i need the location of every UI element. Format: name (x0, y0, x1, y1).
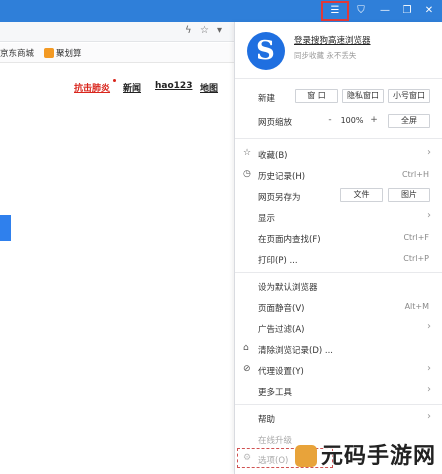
bookmark-jd[interactable]: 京东商城 (0, 47, 34, 59)
chevron-right-icon: › (427, 384, 431, 395)
nav-link-news[interactable]: 新闻 (123, 81, 141, 94)
title-bar: ☰ ⛉ — ❐ ✕ (0, 0, 442, 22)
menu-item-label: 历史记录(H) (258, 172, 306, 182)
menu-item-find[interactable]: 在页面内查找(F) Ctrl+F (235, 228, 442, 248)
save-as-image-button[interactable]: 图片 (388, 188, 430, 202)
bookmarks-bar: 京东商城 聚划算 (0, 43, 234, 63)
menu-item-label: 设为默认浏览器 (258, 283, 318, 293)
menu-item-label: 显示 (258, 214, 276, 224)
menu-item-label: 选项(O) (258, 456, 289, 466)
gear-icon: ⚙ (243, 453, 252, 463)
nav-link-covid[interactable]: 抗击肺炎 (74, 81, 110, 94)
bookmark-label: 聚划算 (56, 49, 82, 59)
shortcut-text: Ctrl+P (403, 254, 429, 263)
watermark-logo-icon (294, 445, 317, 467)
new-window-button[interactable]: 窗 口 (295, 89, 338, 103)
menu-item-label: 网页另存为 (258, 193, 301, 203)
chevron-right-icon: › (427, 210, 431, 221)
new-label: 新建 (258, 94, 276, 104)
star-icon: ☆ (243, 148, 252, 158)
main-menu-button[interactable]: ☰ (321, 1, 349, 21)
divider (235, 404, 442, 405)
menu-item-history[interactable]: ◷ 历史记录(H) Ctrl+H (235, 165, 442, 185)
close-button[interactable]: ✕ (418, 3, 440, 19)
skin-button[interactable]: ⛉ (350, 3, 372, 19)
menu-item-label: 帮助 (258, 415, 276, 425)
zoom-out-button[interactable]: - (322, 114, 338, 128)
login-subtitle: 同步收藏 永不丢失 (294, 51, 357, 60)
menu-item-label: 更多工具 (258, 388, 293, 398)
private-window-button[interactable]: 隐私窗口 (342, 89, 384, 103)
minimize-button[interactable]: — (374, 3, 396, 19)
menu-item-label: 在页面内查找(F) (258, 235, 321, 245)
page-content: 抗击肺炎 新闻 hao123 地图 (0, 63, 234, 474)
menu-item-label: 收藏(B) (258, 151, 288, 161)
menu-item-mute[interactable]: 页面静音(V) Alt+M (235, 297, 442, 317)
menu-item-label: 清除浏览记录(D) ... (258, 346, 333, 356)
save-as-file-button[interactable]: 文件 (340, 188, 383, 202)
juhuasuan-icon (44, 48, 54, 58)
side-tab[interactable] (0, 215, 11, 241)
watermark-text: 元码手游网 (320, 444, 436, 469)
menu-item-label: 广告过滤(A) (258, 325, 305, 335)
shortcut-text: Alt+M (404, 302, 429, 311)
menu-item-print[interactable]: 打印(P) ... Ctrl+P (235, 249, 442, 269)
menu-item-more-tools[interactable]: 更多工具 › (235, 381, 442, 401)
star-icon[interactable]: ☆ (200, 25, 209, 36)
flash-icon[interactable]: ϟ (185, 25, 192, 36)
menu-item-help[interactable]: 帮助 › (235, 408, 442, 428)
broom-icon: ⌂ (243, 343, 249, 353)
menu-item-label: 打印(P) ... (258, 256, 298, 266)
menu-item-favorites[interactable]: ☆ 收藏(B) › (235, 144, 442, 164)
menu-item-label: 在线升级 (258, 436, 293, 446)
hot-dot-icon (113, 79, 116, 82)
divider (235, 138, 442, 139)
zoom-label: 网页缩放 (258, 118, 293, 128)
nav-link-map[interactable]: 地图 (200, 81, 218, 94)
menu-item-label: 页面静音(V) (258, 304, 305, 314)
zoom-in-button[interactable]: + (366, 114, 382, 128)
menu-item-clear-history[interactable]: ⌂ 清除浏览记录(D) ... (235, 339, 442, 359)
hamburger-icon: ☰ (330, 5, 340, 16)
bookmark-juhuasuan[interactable]: 聚划算 (44, 47, 82, 59)
small-window-button[interactable]: 小号窗口 (388, 89, 430, 103)
divider (235, 272, 442, 273)
menu-item-default-browser[interactable]: 设为默认浏览器 (235, 276, 442, 296)
menu-item-proxy[interactable]: ⊘ 代理设置(Y) › (235, 360, 442, 380)
clock-icon: ◷ (243, 169, 251, 179)
menu-item-display[interactable]: 显示 › (235, 207, 442, 227)
chevron-down-icon[interactable]: ▾ (217, 25, 222, 36)
zoom-value: 100% (340, 116, 364, 125)
chevron-right-icon: › (427, 147, 431, 158)
login-link[interactable]: 登录搜狗高速浏览器 (294, 34, 371, 46)
watermark: 元码手游网 (294, 438, 436, 470)
chevron-right-icon: › (427, 411, 431, 422)
divider (235, 78, 442, 79)
address-bar[interactable]: ϟ ☆ ▾ (0, 22, 234, 42)
menu-item-label: 代理设置(Y) (258, 367, 304, 377)
proxy-icon: ⊘ (243, 364, 251, 374)
shortcut-text: Ctrl+H (402, 170, 429, 179)
shirt-icon: ⛉ (357, 5, 365, 16)
nav-link-hao123[interactable]: hao123 (155, 81, 192, 91)
menu-item-ad-filter[interactable]: 广告过滤(A) › (235, 318, 442, 338)
sogou-logo-icon: S (247, 32, 285, 70)
shortcut-text: Ctrl+F (403, 233, 429, 242)
fullscreen-button[interactable]: 全屏 (388, 114, 430, 128)
chevron-right-icon: › (427, 321, 431, 332)
chevron-right-icon: › (427, 363, 431, 374)
restore-button[interactable]: ❐ (396, 3, 418, 19)
main-menu-panel: S 登录搜狗高速浏览器 同步收藏 永不丢失 新建 窗 口 隐私窗口 小号窗口 网… (234, 22, 442, 474)
